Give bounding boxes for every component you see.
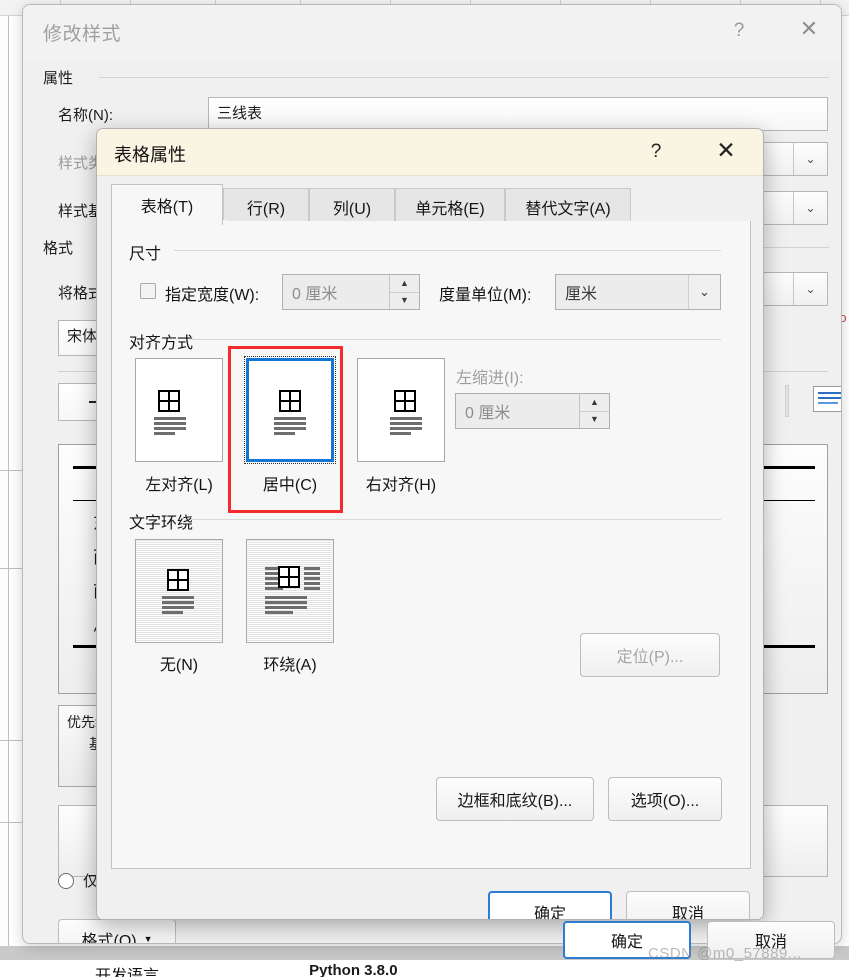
table-properties-cancel-label: 取消	[671, 906, 704, 920]
position-button-label: 定位(P)...	[616, 649, 684, 666]
document-bottom-value: Python 3.8.0	[309, 962, 398, 977]
measure-unit-label: 度量单位(M):	[439, 287, 532, 304]
table-properties-ok-label: 确定	[533, 906, 566, 920]
specify-width-label: 指定宽度(W):	[165, 287, 260, 304]
close-icon[interactable]: ✕	[788, 13, 830, 49]
borders-shading-button[interactable]: 边框和底纹(B)...	[436, 777, 594, 821]
tab-table-label: 表格(T)	[140, 199, 194, 216]
table-width-value: 0 厘米	[292, 286, 338, 303]
help-icon[interactable]: ?	[718, 13, 760, 49]
chevron-down-icon: ▼	[143, 934, 153, 944]
document-bottom-line: 开发语言 Python 3.8.0	[95, 962, 615, 977]
format-group-label: 格式	[43, 240, 74, 257]
toolbar-separator	[785, 385, 789, 417]
align-right-label: 右对齐(H)	[365, 477, 437, 494]
table-properties-dialog: 表格属性 ? ✕ 表格(T) 行(R) 列(U) 单元格(E) 替代文字(A) …	[96, 128, 764, 920]
document-bottom-label: 开发语言	[95, 968, 160, 977]
tab-column-label: 列(U)	[332, 201, 372, 218]
tabstrip: 表格(T) 行(R) 列(U) 单元格(E) 替代文字(A)	[111, 184, 751, 225]
spinner-arrows[interactable]: ▲ ▼	[579, 394, 609, 428]
wrap-none-tile[interactable]	[135, 539, 223, 643]
measure-unit-combo[interactable]: 厘米 ⌄	[555, 274, 721, 310]
align-left-label: 左对齐(L)	[145, 477, 213, 494]
chevron-down-icon: ⌄	[793, 273, 827, 305]
table-properties-body: 表格(T) 行(R) 列(U) 单元格(E) 替代文字(A) 尺寸 指定宽度(W…	[97, 176, 763, 920]
table-options-label: 选项(O)...	[630, 793, 700, 810]
document-rule	[0, 822, 22, 823]
help-icon[interactable]: ?	[636, 134, 676, 170]
spinner-down-icon[interactable]: ▼	[390, 292, 419, 309]
csdn-watermark: CSDN @m0_57889...	[648, 945, 802, 962]
tab-alt-text-label: 替代文字(A)	[525, 201, 611, 218]
radio-circle-icon	[58, 872, 74, 889]
spinner-up-icon[interactable]: ▲	[390, 275, 419, 293]
tab-cell[interactable]: 单元格(E)	[395, 188, 505, 225]
spinner-up-icon[interactable]: ▲	[580, 394, 609, 412]
document-left-margin	[0, 16, 8, 946]
position-button[interactable]: 定位(P)...	[580, 633, 720, 677]
measure-unit-value: 厘米	[565, 286, 598, 303]
tab-row-label: 行(R)	[246, 201, 286, 218]
tab-table[interactable]: 表格(T)	[111, 184, 223, 225]
spinner-arrows[interactable]: ▲ ▼	[389, 275, 419, 309]
chevron-down-icon: ⌄	[688, 275, 720, 309]
style-name-input[interactable]: 三线表	[208, 97, 828, 131]
chevron-down-icon: ⌄	[793, 192, 827, 224]
table-properties-titlebar: 表格属性 ? ✕	[97, 129, 763, 176]
tab-alt-text[interactable]: 替代文字(A)	[505, 188, 631, 225]
table-width-spinner[interactable]: 0 厘米 ▲ ▼	[282, 274, 420, 310]
size-group-label: 尺寸	[129, 246, 162, 263]
tab-row[interactable]: 行(R)	[223, 188, 309, 225]
document-rule	[0, 568, 22, 569]
wrap-around-label: 环绕(A)	[263, 657, 317, 674]
chevron-down-icon: ⌄	[793, 143, 827, 175]
close-icon[interactable]: ✕	[704, 134, 748, 170]
table-options-button[interactable]: 选项(O)...	[608, 777, 722, 821]
modify-style-titlebar: 修改样式 ? ✕	[23, 5, 841, 61]
align-left-tile[interactable]	[135, 358, 223, 462]
wrapping-group-label: 文字环绕	[129, 515, 194, 532]
document-rule	[8, 16, 9, 946]
borders-shading-label: 边框和底纹(B)...	[457, 793, 573, 810]
align-center-label: 居中(C)	[262, 477, 318, 494]
tab-cell-label: 单元格(E)	[415, 201, 485, 218]
specify-width-checkbox[interactable]	[140, 283, 156, 299]
left-indent-spinner[interactable]: 0 厘米 ▲ ▼	[455, 393, 610, 429]
format-menu-label: 格式(O)	[81, 933, 137, 944]
paragraph-style-icon[interactable]	[813, 386, 841, 412]
left-indent-value: 0 厘米	[465, 405, 511, 422]
document-rule	[0, 740, 22, 741]
format-menu-button[interactable]: 格式(O) ▼	[58, 919, 176, 944]
align-center-tile[interactable]	[244, 356, 336, 464]
tab-column[interactable]: 列(U)	[309, 188, 395, 225]
spinner-down-icon[interactable]: ▼	[580, 411, 609, 428]
name-field-label: 名称(N):	[58, 107, 113, 124]
properties-group-label: 属性	[43, 70, 74, 87]
left-indent-label: 左缩进(I):	[456, 370, 524, 387]
document-rule	[0, 470, 22, 471]
modify-style-title: 修改样式	[43, 24, 122, 45]
table-tab-panel: 尺寸 指定宽度(W): 0 厘米 ▲ ▼ 度量单位(M): 厘米 ⌄ 对齐方式 …	[111, 220, 751, 869]
alignment-group-label: 对齐方式	[129, 335, 194, 352]
table-properties-cancel-button[interactable]: 取消	[626, 891, 750, 920]
table-properties-ok-button[interactable]: 确定	[488, 891, 612, 920]
align-right-tile[interactable]	[357, 358, 445, 462]
modify-style-ok-label: 确定	[610, 934, 643, 951]
wrap-none-label: 无(N)	[159, 657, 199, 674]
wrap-around-tile[interactable]	[246, 539, 334, 643]
table-properties-title: 表格属性	[114, 145, 186, 165]
